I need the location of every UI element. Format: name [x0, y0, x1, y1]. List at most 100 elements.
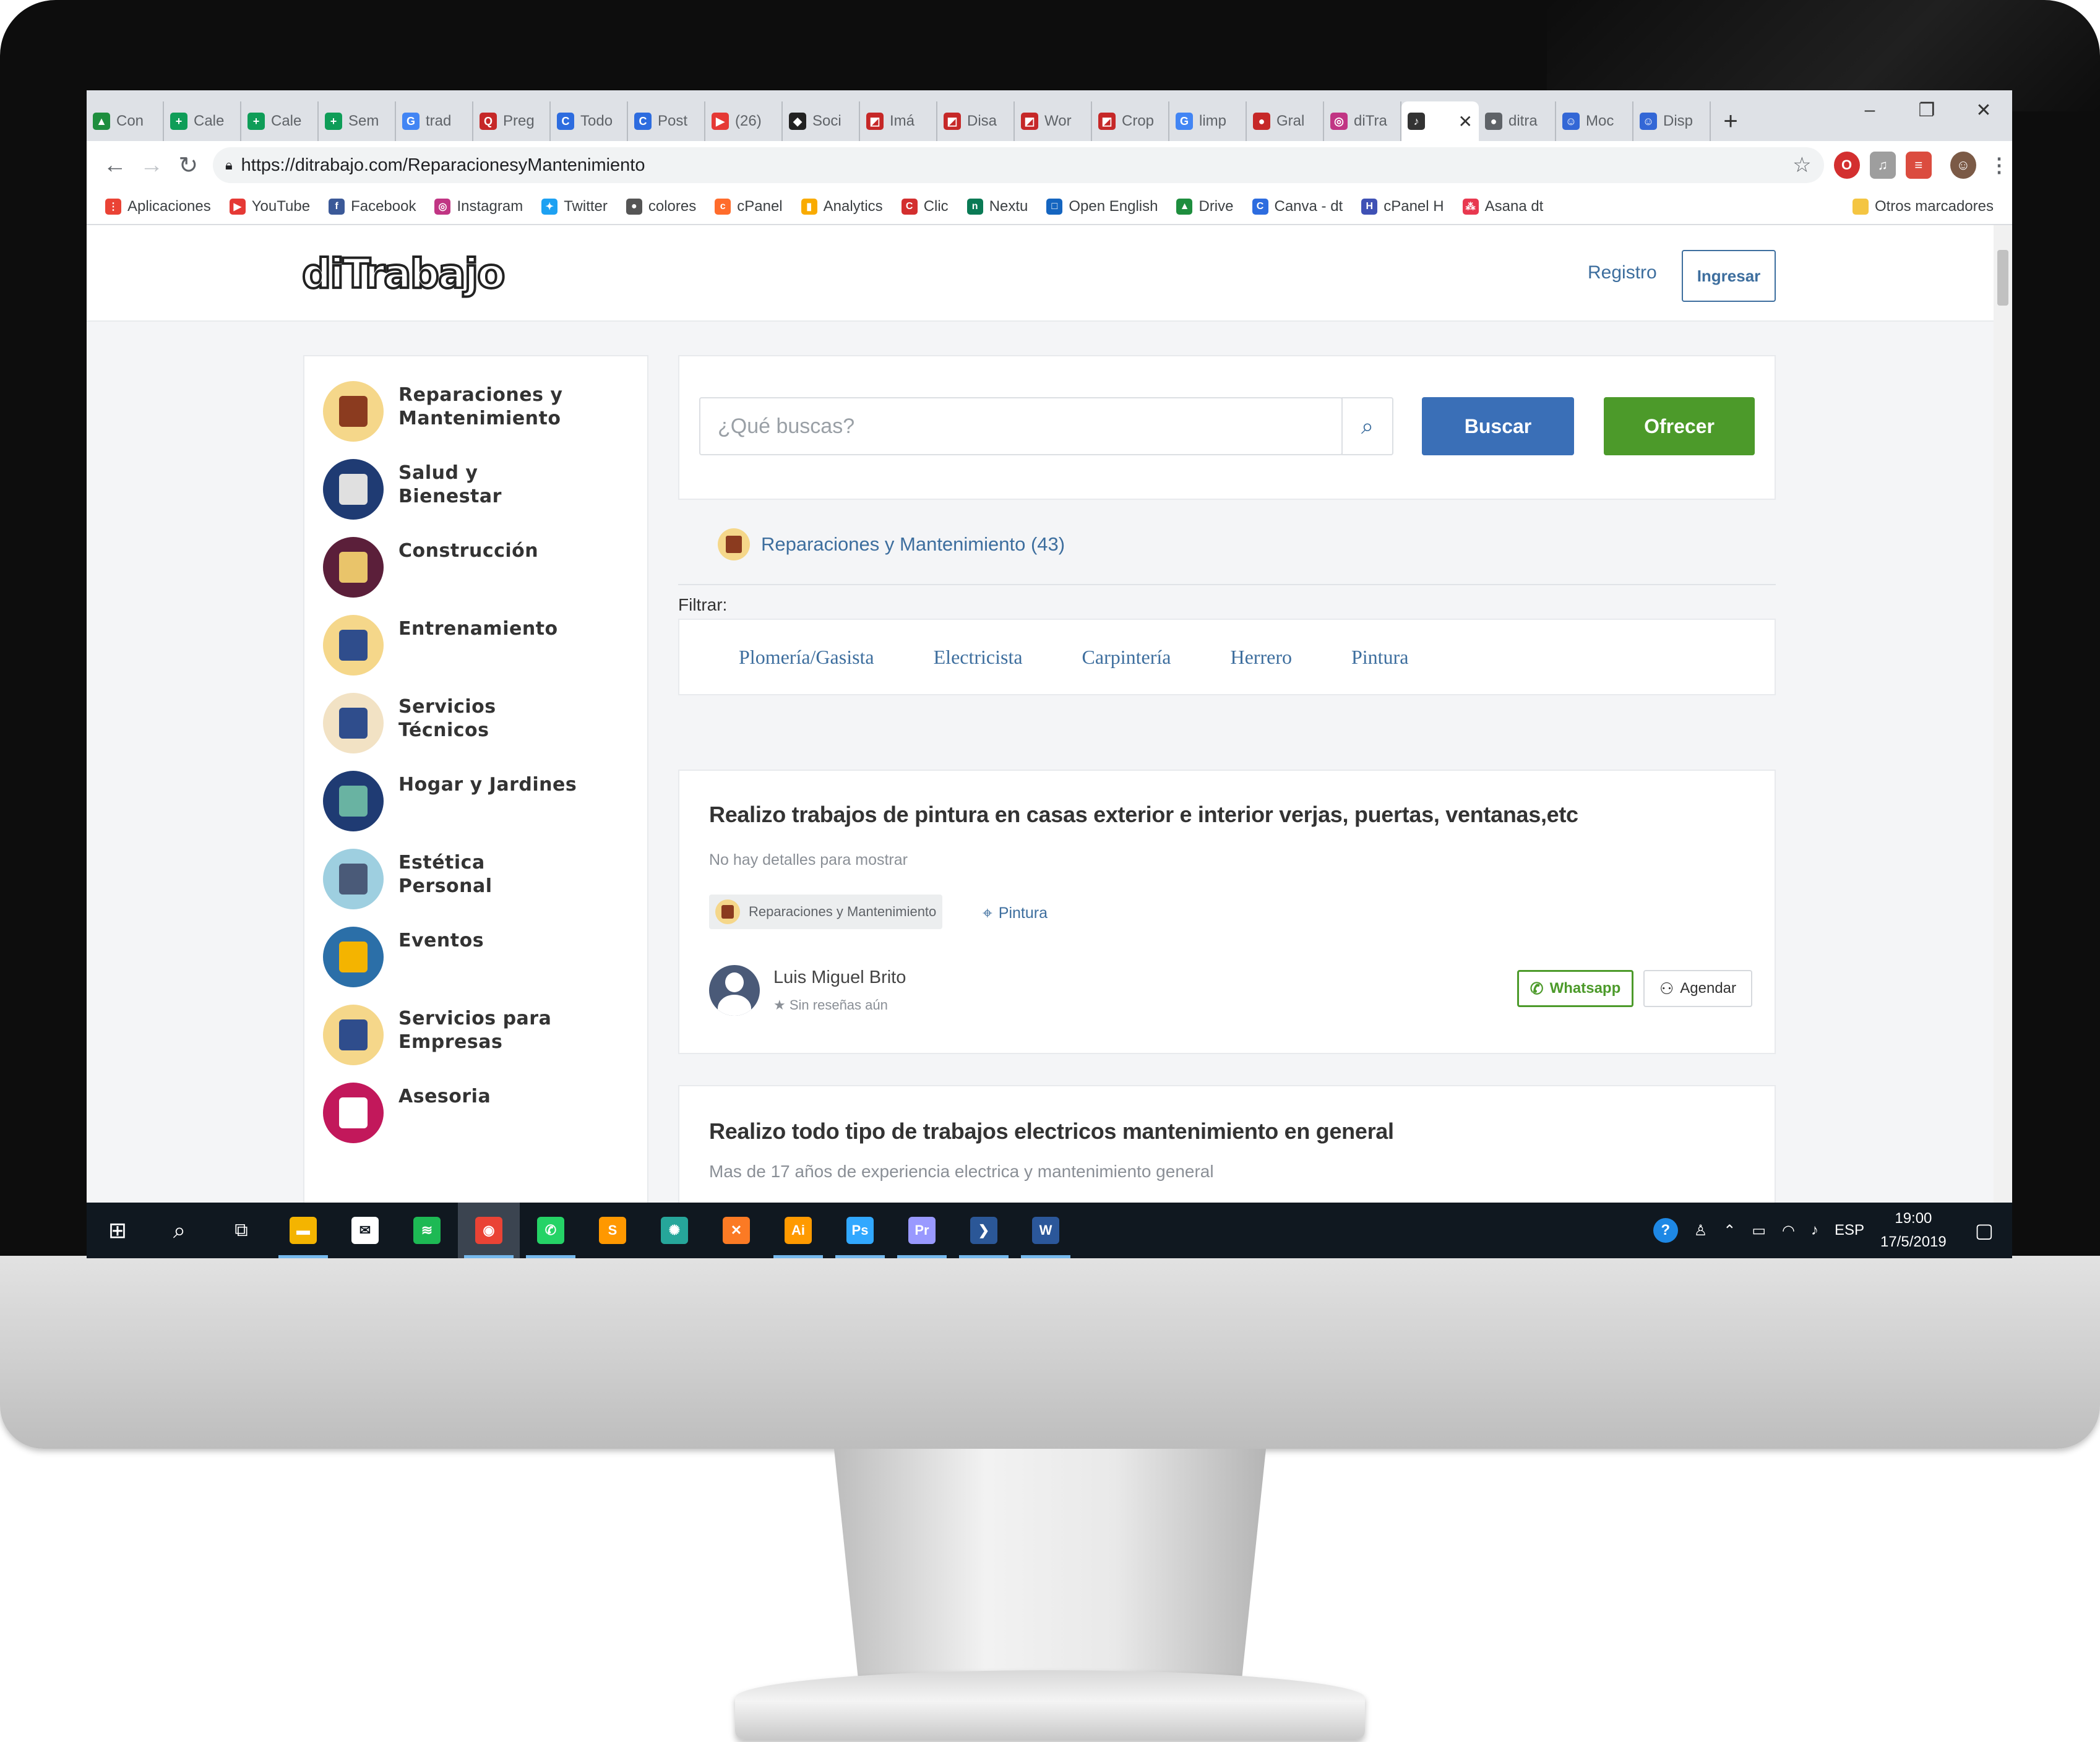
- scrollbar-thumb[interactable]: [1997, 250, 2008, 306]
- sidebar-category[interactable]: Asesoria: [323, 1083, 584, 1143]
- listing-card[interactable]: Realizo todo tipo de trabajos electricos…: [678, 1085, 1776, 1203]
- menu-icon[interactable]: ⋮: [1986, 152, 2012, 179]
- browser-tab[interactable]: ◩ Disa: [937, 101, 1015, 141]
- browser-tab[interactable]: Gtrad: [396, 101, 473, 141]
- schedule-button[interactable]: ⚇ Agendar: [1643, 970, 1752, 1007]
- premiere-icon[interactable]: Pr: [891, 1203, 953, 1258]
- bookmark-star-icon[interactable]: ☆: [1792, 153, 1811, 178]
- filter-plomeria[interactable]: Plomería/Gasista: [739, 646, 874, 669]
- browser-tab[interactable]: ♪ ✕: [1401, 101, 1479, 141]
- browser-tab[interactable]: ▶ (26): [705, 101, 783, 141]
- browser-tab[interactable]: ▲ Con: [87, 101, 164, 141]
- task-view-icon[interactable]: ⧉: [210, 1203, 272, 1258]
- browser-tab[interactable]: ◆ Soci: [783, 101, 860, 141]
- close-window-button[interactable]: ✕: [1955, 90, 2012, 130]
- search-icon[interactable]: ⌕: [1341, 397, 1393, 455]
- bookmark-item[interactable]: n Nextu: [966, 198, 1028, 215]
- profile-avatar[interactable]: ☺: [1950, 152, 1976, 179]
- site-logo[interactable]: diTrabajo: [301, 249, 506, 299]
- search-button[interactable]: Buscar: [1422, 397, 1574, 455]
- avatar[interactable]: [709, 965, 760, 1016]
- clock[interactable]: 19:00 17/5/2019: [1880, 1207, 1947, 1254]
- page-scrollbar[interactable]: [1994, 225, 2012, 1203]
- category-tag[interactable]: Reparaciones y Mantenimiento: [709, 895, 943, 929]
- browser-tab[interactable]: C Todo: [551, 101, 628, 141]
- filter-carpinteria[interactable]: Carpintería: [1082, 646, 1171, 669]
- start-button[interactable]: ⊞: [87, 1203, 148, 1258]
- new-tab-button[interactable]: +: [1711, 101, 1750, 141]
- browser-tab[interactable]: ● Gral: [1247, 101, 1324, 141]
- bookmark-item[interactable]: ✦ Twitter: [541, 198, 608, 215]
- category-breadcrumb[interactable]: Reparaciones y Mantenimiento (43): [718, 528, 1065, 560]
- illustrator-icon[interactable]: Ai: [767, 1203, 829, 1258]
- browser-tab[interactable]: ☺ Disp: [1633, 101, 1711, 141]
- browser-tab[interactable]: ☺ Moc: [1556, 101, 1633, 141]
- word-icon[interactable]: W: [1015, 1203, 1077, 1258]
- wifi-icon[interactable]: ◠: [1782, 1222, 1795, 1240]
- browser-tab[interactable]: ◩ Wor: [1015, 101, 1092, 141]
- todoist-extension-icon[interactable]: ≡: [1905, 152, 1932, 179]
- search-taskbar-icon[interactable]: ⌕: [148, 1203, 210, 1258]
- sidebar-category[interactable]: Entrenamiento: [323, 615, 584, 676]
- bookmark-item[interactable]: f Facebook: [329, 198, 416, 215]
- search-input[interactable]: ¿Qué buscas?: [699, 397, 1343, 455]
- browser-tab[interactable]: ◩ Imá: [860, 101, 937, 141]
- author-name[interactable]: Luis Miguel Brito: [773, 968, 906, 988]
- bookmark-item[interactable]: C Canva - dt: [1252, 198, 1343, 215]
- other-bookmarks[interactable]: Otros marcadores: [1852, 198, 1994, 215]
- volume-icon[interactable]: ♪: [1811, 1222, 1818, 1239]
- register-link[interactable]: Registro: [1588, 262, 1657, 283]
- help-icon[interactable]: ?: [1653, 1218, 1678, 1243]
- browser-tab[interactable]: ◩ Crop: [1092, 101, 1169, 141]
- listing-title[interactable]: Realizo todo tipo de trabajos electricos…: [709, 1118, 1394, 1144]
- bookmark-item[interactable]: ▲ Drive: [1176, 198, 1234, 215]
- browser-tab[interactable]: Q Preg: [473, 101, 551, 141]
- bookmark-item[interactable]: C Clic: [901, 198, 949, 215]
- network-app-icon[interactable]: ✺: [643, 1203, 705, 1258]
- battery-icon[interactable]: ▭: [1752, 1222, 1766, 1240]
- people-icon[interactable]: ♙: [1694, 1222, 1708, 1240]
- opera-extension-icon[interactable]: O: [1833, 152, 1860, 179]
- whatsapp-icon[interactable]: ✆: [520, 1203, 582, 1258]
- sidebar-category[interactable]: Salud y Bienestar: [323, 459, 584, 520]
- minimize-button[interactable]: –: [1841, 90, 1898, 130]
- sidebar-category[interactable]: Servicios Técnicos: [323, 693, 584, 753]
- restore-button[interactable]: ❐: [1898, 90, 1955, 130]
- browser-tab[interactable]: + Cale: [241, 101, 319, 141]
- sidebar-category[interactable]: Hogar y Jardines: [323, 771, 584, 831]
- sidebar-category[interactable]: Servicios para Empresas: [323, 1005, 584, 1065]
- photoshop-icon[interactable]: Ps: [829, 1203, 891, 1258]
- browser-tab[interactable]: Glimp: [1169, 101, 1247, 141]
- xampp-icon[interactable]: ✕: [705, 1203, 767, 1258]
- filter-pintura[interactable]: Pintura: [1351, 646, 1408, 669]
- sidebar-category[interactable]: Estética Personal: [323, 849, 584, 909]
- filter-herrero[interactable]: Herrero: [1230, 646, 1291, 669]
- filter-electricista[interactable]: Electricista: [934, 646, 1023, 669]
- bookmark-item[interactable]: c cPanel: [715, 198, 783, 215]
- whatsapp-button[interactable]: ✆ Whatsapp: [1517, 970, 1633, 1007]
- sidebar-category[interactable]: Reparaciones y Mantenimiento: [323, 381, 584, 442]
- forward-button[interactable]: →: [133, 146, 170, 184]
- browser-tab[interactable]: C Post: [628, 101, 705, 141]
- browser-tab[interactable]: + Sem: [319, 101, 396, 141]
- notifications-icon[interactable]: ▢: [1975, 1219, 1994, 1242]
- file-explorer-icon[interactable]: ▬: [272, 1203, 334, 1258]
- listing-card[interactable]: Realizo trabajos de pintura en casas ext…: [678, 770, 1776, 1054]
- sublime-icon[interactable]: S: [582, 1203, 643, 1258]
- browser-tab[interactable]: ◎ diTra: [1324, 101, 1401, 141]
- chrome-icon[interactable]: ◉: [458, 1203, 520, 1258]
- chevron-up-icon[interactable]: ⌃: [1723, 1222, 1736, 1240]
- bookmark-item[interactable]: ● colores: [626, 198, 696, 215]
- mail-icon[interactable]: ✉: [334, 1203, 396, 1258]
- powershell-icon[interactable]: ❯: [953, 1203, 1015, 1258]
- browser-tab[interactable]: ● ditra: [1479, 101, 1556, 141]
- location-tag[interactable]: ⌖ Pintura: [983, 903, 1048, 924]
- bookmark-item[interactable]: □ Open English: [1046, 198, 1158, 215]
- extension-icon[interactable]: ♫: [1869, 152, 1896, 179]
- login-button[interactable]: Ingresar: [1682, 250, 1776, 302]
- bookmark-item[interactable]: ⁂ Asana dt: [1462, 198, 1543, 215]
- back-button[interactable]: ←: [97, 146, 133, 184]
- bookmark-item[interactable]: HcPanel H: [1361, 198, 1444, 215]
- language-indicator[interactable]: ESP: [1835, 1222, 1864, 1239]
- bookmark-item[interactable]: ◎ Instagram: [434, 198, 523, 215]
